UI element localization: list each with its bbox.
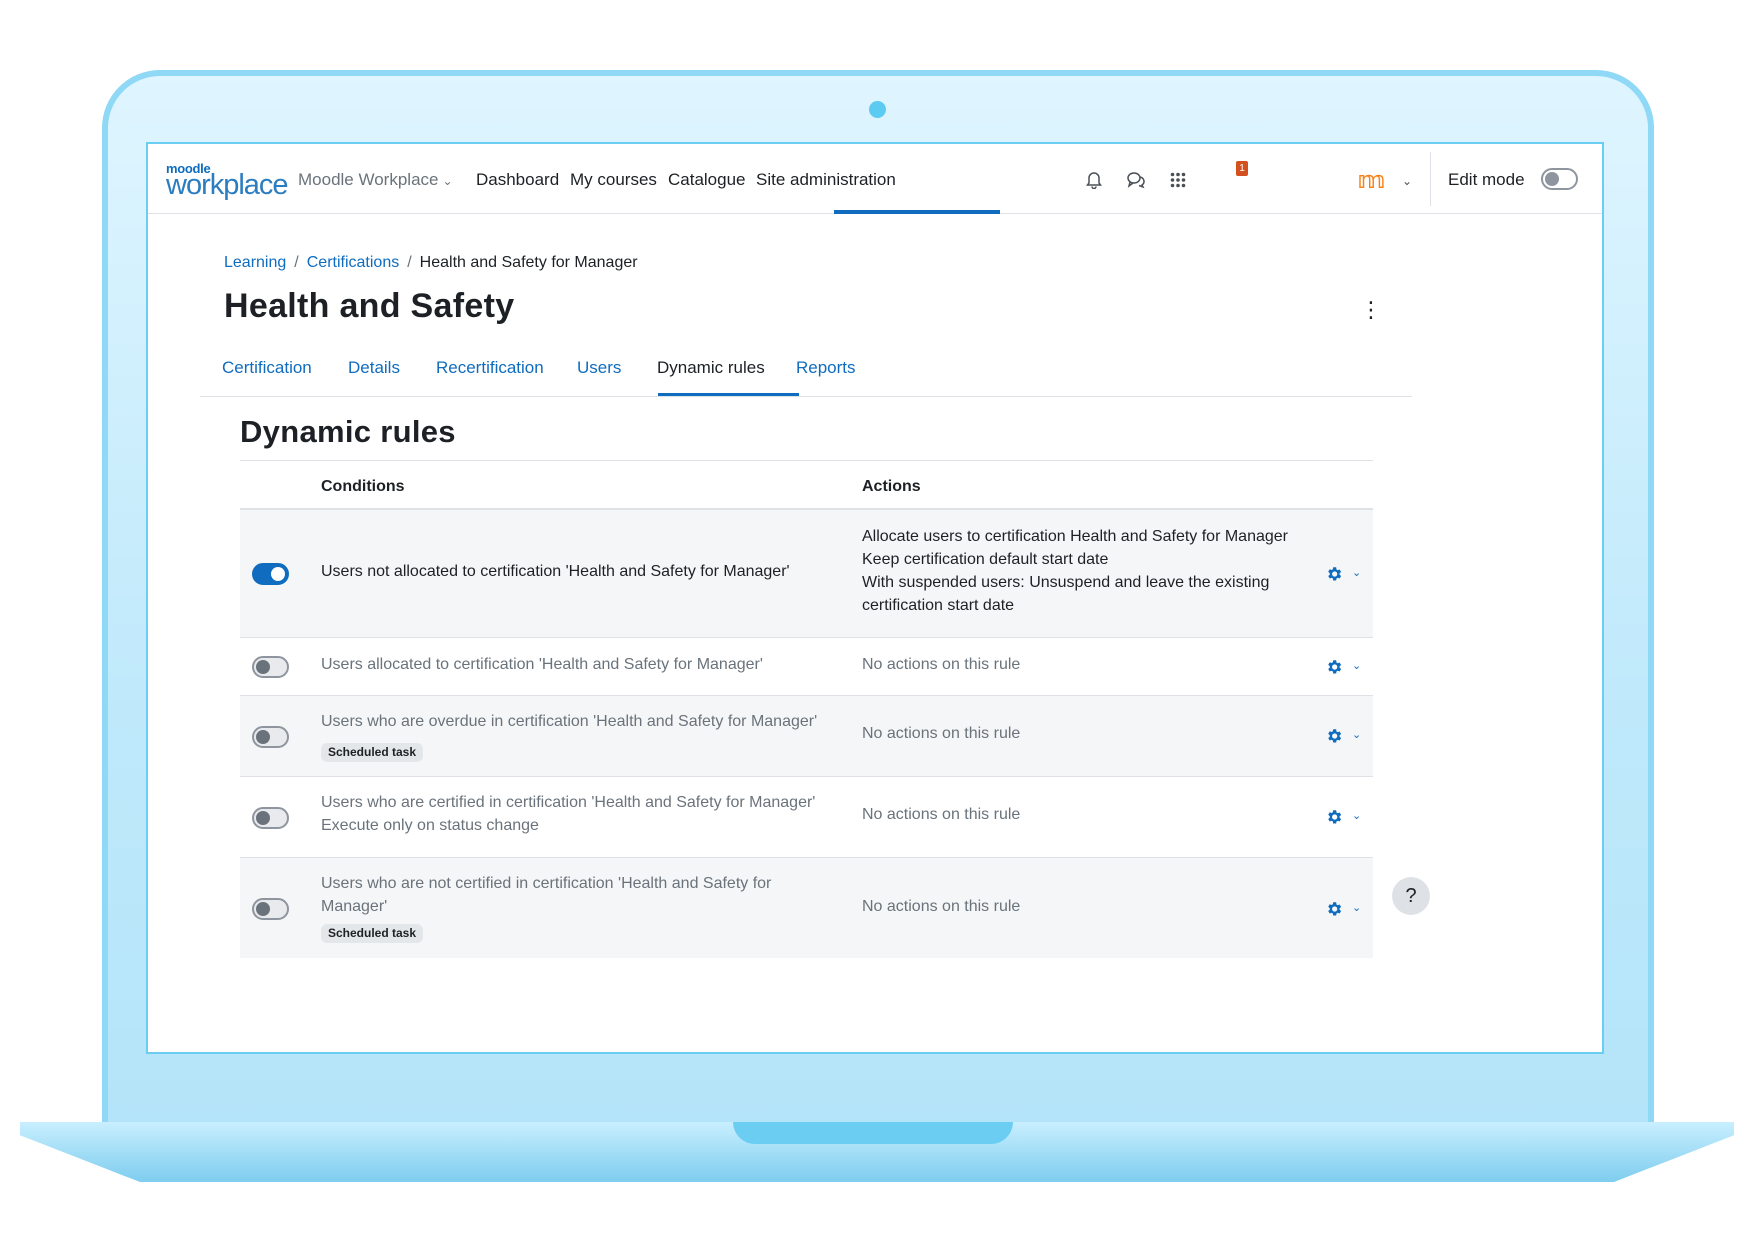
rule-enabled-toggle[interactable] bbox=[252, 656, 289, 678]
tab-reports[interactable]: Reports bbox=[796, 358, 856, 378]
moodle-workplace-logo[interactable]: moodle workplace bbox=[166, 162, 289, 201]
gear-icon[interactable] bbox=[1325, 658, 1343, 676]
gear-icon[interactable] bbox=[1325, 808, 1343, 826]
user-menu-chevron-icon[interactable]: ⌄ bbox=[1402, 174, 1412, 188]
rule-enabled-toggle[interactable] bbox=[252, 726, 289, 748]
section-title: Dynamic rules bbox=[240, 414, 456, 449]
table-row: Users who are overdue in certification '… bbox=[240, 696, 1373, 777]
table-row: Users allocated to certification 'Health… bbox=[240, 638, 1373, 696]
scheduled-task-badge: Scheduled task bbox=[321, 924, 424, 943]
top-navbar: moodle workplace Moodle Workplace ⌄ Dashb… bbox=[148, 144, 1602, 214]
nav-my-courses[interactable]: My courses bbox=[570, 170, 657, 190]
laptop-base-notch bbox=[733, 1122, 1013, 1144]
action-line: No actions on this rule bbox=[862, 806, 1021, 823]
table-row: Users not allocated to certification 'He… bbox=[240, 510, 1373, 638]
navbar-divider bbox=[1430, 152, 1431, 206]
table-header: Conditions Actions bbox=[240, 460, 1373, 510]
laptop-camera bbox=[869, 101, 886, 118]
gear-icon[interactable] bbox=[1325, 727, 1343, 745]
rule-enabled-toggle[interactable] bbox=[252, 898, 289, 920]
action-line: With suspended users: Unsuspend and leav… bbox=[862, 574, 1270, 614]
browser-screen: moodle workplace Moodle Workplace ⌄ Dashb… bbox=[146, 142, 1604, 1054]
chevron-down-icon[interactable]: ⌄ bbox=[1352, 659, 1361, 672]
secondary-tabs: Certification Details Recertification Us… bbox=[200, 342, 1412, 397]
rule-actions: Allocate users to certification Health a… bbox=[862, 525, 1302, 617]
nav-site-administration[interactable]: Site administration bbox=[756, 170, 896, 190]
condition-line: Users who are not certified in certifica… bbox=[321, 875, 772, 915]
action-line: No actions on this rule bbox=[862, 898, 1021, 915]
action-line: No actions on this rule bbox=[862, 725, 1021, 742]
rule-actions: No actions on this rule bbox=[862, 803, 1302, 826]
nav-active-indicator bbox=[834, 210, 1000, 214]
tab-active-indicator bbox=[658, 393, 799, 396]
header-conditions: Conditions bbox=[321, 478, 405, 495]
condition-line: Users who are overdue in certification '… bbox=[321, 713, 818, 730]
breadcrumb-separator: / bbox=[407, 254, 412, 271]
condition-line: Users who are certified in certification… bbox=[321, 794, 816, 811]
rule-condition: Users allocated to certification 'Health… bbox=[321, 653, 831, 676]
tab-users[interactable]: Users bbox=[577, 358, 621, 378]
scheduled-task-badge: Scheduled task bbox=[321, 743, 424, 762]
tab-recertification[interactable]: Recertification bbox=[436, 358, 544, 378]
table-row: Users who are certified in certification… bbox=[240, 777, 1373, 858]
help-button[interactable]: ? bbox=[1392, 877, 1430, 915]
chevron-down-icon[interactable]: ⌄ bbox=[1352, 728, 1361, 741]
condition-line: Users not allocated to certification 'He… bbox=[321, 563, 790, 580]
action-line: No actions on this rule bbox=[862, 656, 1021, 673]
gear-icon[interactable] bbox=[1325, 900, 1343, 918]
site-menu-label: Moodle Workplace bbox=[298, 170, 439, 189]
rule-enabled-toggle[interactable] bbox=[252, 563, 289, 585]
breadcrumb: Learning / Certifications / Health and Safet… bbox=[224, 254, 638, 272]
nav-catalogue[interactable]: Catalogue bbox=[668, 170, 746, 190]
rule-condition: Users who are overdue in certification '… bbox=[321, 710, 831, 763]
chevron-down-icon[interactable]: ⌄ bbox=[1352, 566, 1361, 579]
messages-icon[interactable] bbox=[1124, 168, 1148, 192]
rule-enabled-toggle[interactable] bbox=[252, 807, 289, 829]
more-actions-kebab-icon[interactable]: ⋮ bbox=[1360, 299, 1382, 321]
rule-actions: No actions on this rule bbox=[862, 653, 1302, 676]
tab-dynamic-rules[interactable]: Dynamic rules bbox=[657, 358, 765, 378]
user-avatar-moodle-logo[interactable]: 𝕞 bbox=[1358, 166, 1385, 195]
table-row: Users who are not certified in certifica… bbox=[240, 858, 1373, 958]
gear-icon[interactable] bbox=[1325, 565, 1343, 583]
action-line: Allocate users to certification Health a… bbox=[862, 528, 1288, 545]
rule-actions: No actions on this rule bbox=[862, 722, 1302, 745]
condition-line: Execute only on status change bbox=[321, 817, 539, 834]
notification-count-badge: 1 bbox=[1236, 161, 1248, 176]
logo-big-text: workplace bbox=[166, 169, 289, 201]
header-actions: Actions bbox=[862, 478, 921, 495]
site-menu-dropdown[interactable]: Moodle Workplace ⌄ bbox=[298, 170, 453, 190]
breadcrumb-learning[interactable]: Learning bbox=[224, 254, 286, 271]
breadcrumb-current: Health and Safety for Manager bbox=[419, 254, 638, 271]
chevron-down-icon[interactable]: ⌄ bbox=[1352, 901, 1361, 914]
nav-dashboard[interactable]: Dashboard bbox=[476, 170, 559, 190]
rule-condition: Users not allocated to certification 'He… bbox=[321, 560, 831, 583]
edit-mode-toggle[interactable] bbox=[1541, 168, 1578, 190]
bell-icon[interactable] bbox=[1082, 168, 1106, 192]
apps-grid-icon[interactable] bbox=[1166, 168, 1190, 192]
rule-condition: Users who are not certified in certifica… bbox=[321, 872, 801, 944]
tab-details[interactable]: Details bbox=[348, 358, 400, 378]
chevron-down-icon[interactable]: ⌄ bbox=[1352, 809, 1361, 822]
page-title: Health and Safety bbox=[224, 287, 515, 325]
condition-line: Users allocated to certification 'Health… bbox=[321, 656, 763, 673]
action-line: Keep certification default start date bbox=[862, 551, 1109, 568]
tab-certification[interactable]: Certification bbox=[222, 358, 312, 378]
edit-mode-label: Edit mode bbox=[1448, 170, 1525, 189]
rule-condition: Users who are certified in certification… bbox=[321, 791, 831, 837]
rule-actions: No actions on this rule bbox=[862, 895, 1302, 918]
breadcrumb-separator: / bbox=[294, 254, 299, 271]
dynamic-rules-table: Conditions Actions Users not allocated t… bbox=[240, 460, 1373, 958]
breadcrumb-certifications[interactable]: Certifications bbox=[307, 254, 399, 271]
chevron-down-icon: ⌄ bbox=[442, 174, 453, 188]
